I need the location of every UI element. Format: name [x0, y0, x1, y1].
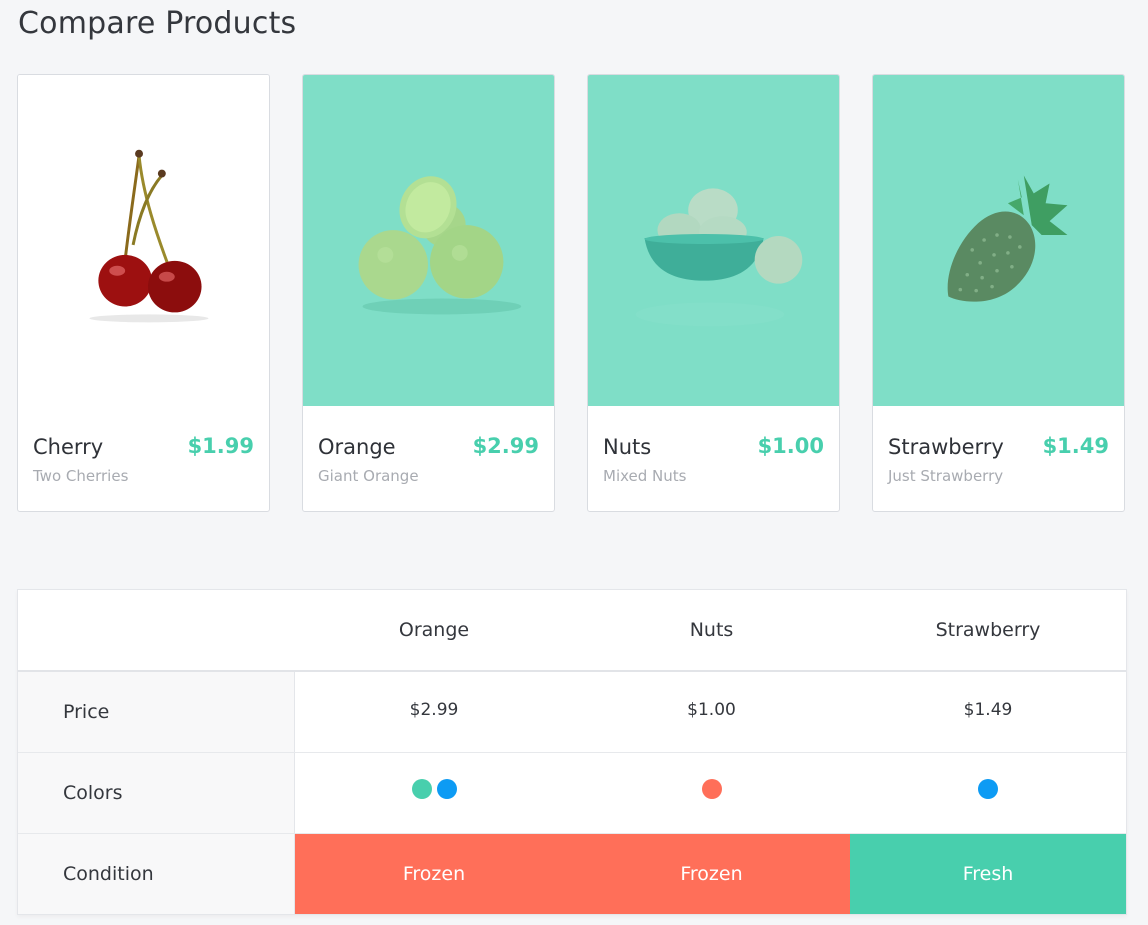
product-name: Orange: [318, 435, 396, 459]
colors-cell: [573, 753, 850, 833]
product-price: $1.99: [187, 434, 254, 458]
orange-image: [303, 75, 554, 406]
column-header: Nuts: [689, 619, 734, 641]
table-row-colors: Colors: [18, 753, 1126, 834]
product-price: $1.49: [1042, 434, 1109, 458]
product-subtitle: Two Cherries: [33, 467, 129, 485]
product-subtitle: Mixed Nuts: [603, 467, 687, 485]
product-card-orange[interactable]: Orange $2.99 Giant Orange: [302, 74, 555, 512]
product-card-strawberry[interactable]: Strawberry $1.49 Just Strawberry: [872, 74, 1125, 512]
header-empty-cell: [18, 590, 295, 670]
nuts-image: [588, 75, 839, 406]
product-name: Strawberry: [888, 435, 1004, 459]
column-header: Strawberry: [935, 619, 1041, 641]
price-cell: $1.00: [687, 700, 736, 720]
table-header-row: Orange Nuts Strawberry: [18, 590, 1126, 672]
table-row-condition: Condition Frozen Frozen Fresh: [18, 834, 1126, 914]
condition-badge: Frozen: [295, 834, 573, 914]
colors-cell: [295, 753, 573, 833]
color-swatch: [411, 778, 432, 799]
color-swatch: [701, 778, 722, 799]
product-name: Cherry: [33, 435, 104, 459]
product-cards: Cherry $1.99 Two Cherries Orange $2.99 G…: [17, 74, 1127, 514]
nuts-illustration: [635, 188, 803, 327]
row-label: Price: [18, 672, 295, 752]
price-cell: $2.99: [409, 700, 459, 720]
product-subtitle: Just Strawberry: [888, 467, 1004, 485]
product-name: Nuts: [603, 435, 652, 459]
colors-cell: [850, 753, 1126, 833]
condition-badge: Fresh: [850, 834, 1126, 914]
product-subtitle: Giant Orange: [318, 467, 419, 485]
condition-badge: Frozen: [573, 834, 850, 914]
comparison-table: Orange Nuts Strawberry Price $2.99 $1.00…: [17, 589, 1127, 915]
product-card-nuts[interactable]: Nuts $1.00 Mixed Nuts: [587, 74, 840, 512]
orange-illustration: [358, 176, 522, 315]
color-swatch: [436, 778, 457, 799]
row-label: Colors: [18, 753, 295, 833]
price-cell: $1.49: [963, 700, 1013, 720]
strawberry-image: [873, 75, 1124, 406]
cherry-illustration: [89, 149, 209, 323]
product-price: $1.00: [757, 434, 824, 458]
product-card-cherry[interactable]: Cherry $1.99 Two Cherries: [17, 74, 270, 512]
strawberry-illustration: [947, 175, 1068, 302]
color-swatch: [978, 778, 998, 799]
product-price: $2.99: [472, 434, 539, 458]
table-row-price: Price $2.99 $1.00 $1.49: [18, 672, 1126, 753]
row-label: Condition: [18, 834, 295, 914]
page-title: Compare Products: [18, 6, 297, 41]
cherry-image: [18, 75, 269, 406]
column-header: Orange: [398, 619, 470, 641]
